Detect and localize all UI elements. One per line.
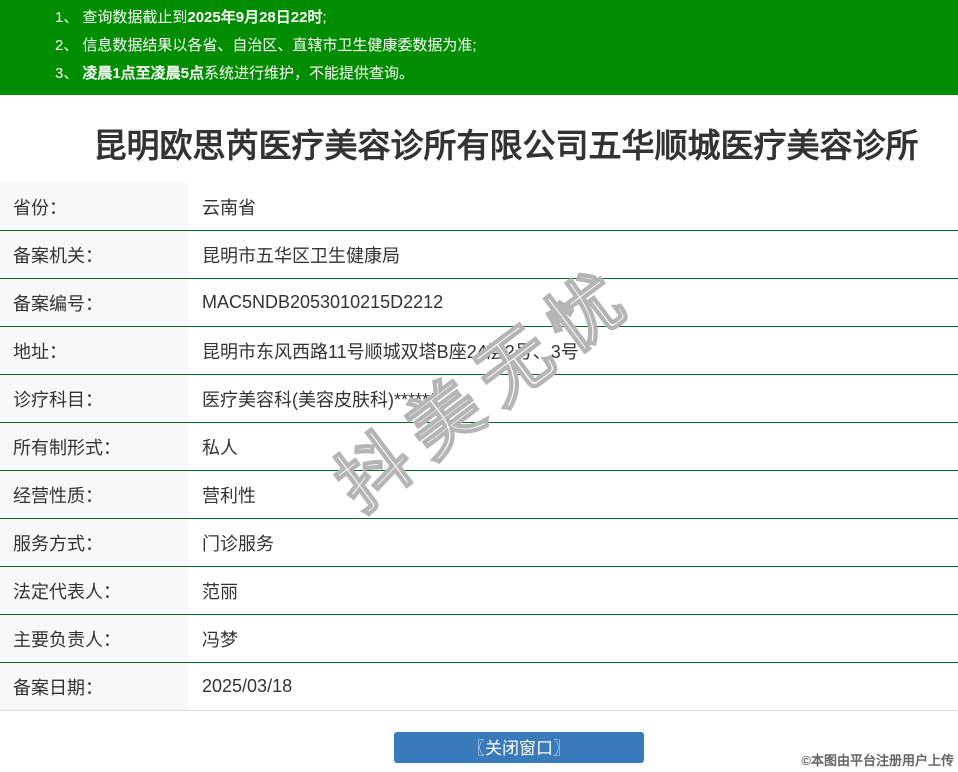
table-row-8: 服务方式： 门诊服务 [0, 519, 958, 567]
close-window-button[interactable]: 〖关闭窗口〗 [394, 732, 644, 763]
row-value: 营利性 [202, 485, 256, 506]
row-value: 昆明市五华区卫生健康局 [202, 245, 400, 266]
row-label: 备案机关： [0, 231, 188, 278]
notice-item-1: 1、 查询数据截止到2025年9月28日22时; [0, 4, 958, 32]
table-row-6: 所有制形式： 私人 [0, 423, 958, 471]
row-value: 私人 [202, 437, 238, 458]
notice-list: 1、 查询数据截止到2025年9月28日22时; 2、 信息数据结果以各省、自治区、直… [0, 4, 958, 88]
table-row-7: 经营性质： 营利性 [0, 471, 958, 519]
row-value: 2025/03/18 [202, 676, 293, 696]
table-row-5: 诊疗科目： 医疗美容科(美容皮肤科)****** [0, 375, 958, 423]
page-title: 昆明欧思芮医疗美容诊所有限公司五华顺城医疗美容诊所 [93, 127, 919, 164]
notice-bold-text: 凌晨1点至凌晨5点 [82, 65, 205, 82]
table-row-9: 法定代表人： 范丽 [0, 567, 958, 615]
table-row-11: 备案日期： 2025/03/18 [0, 663, 958, 711]
notice-number: 1、 [55, 9, 79, 26]
row-label: 所有制形式： [0, 423, 188, 470]
row-value: 门诊服务 [202, 533, 274, 554]
info-table: 省份： 云南省 备案机关： 昆明市五华区卫生健康局 备案编号： MAC5NDB205301… [0, 183, 958, 711]
row-label: 经营性质： [0, 471, 188, 518]
row-value: MAC5NDB2053010215D2212 [202, 292, 444, 312]
row-label: 备案编号： [0, 279, 188, 326]
notice-number: 3、 [55, 65, 79, 82]
corner-watermark: ©本图由平台注册用户上传 [801, 753, 954, 768]
row-label: 备案日期： [0, 663, 188, 710]
row-label: 诊疗科目： [0, 375, 188, 422]
table-row-10: 主要负责人： 冯梦 [0, 615, 958, 663]
notice-item-3: 3、 凌晨1点至凌晨5点系统进行维护，不能提供查询。 [0, 60, 958, 88]
row-label: 服务方式： [0, 519, 188, 566]
row-label: 法定代表人： [0, 567, 188, 614]
notice-number: 2、 [55, 37, 79, 54]
table-row-1: 省份： 云南省 [0, 183, 958, 231]
notice-text: 系统进行维护，不能提供查询。 [204, 65, 415, 82]
notice-bold-text: 2025年9月28日22时 [187, 9, 323, 26]
notice-text: ; [322, 9, 327, 26]
notice-banner: 1、 查询数据截止到2025年9月28日22时; 2、 信息数据结果以各省、自治区、直… [0, 0, 958, 95]
row-label: 省份： [0, 183, 188, 230]
table-row-4: 地址： 昆明市东风西路11号顺城双塔B座24层2号、3号 [0, 327, 958, 375]
notice-text: 信息数据结果以各省、自治区、直辖市卫生健康委数据为准; [82, 37, 477, 54]
row-label: 主要负责人： [0, 615, 188, 662]
row-label: 地址： [0, 327, 188, 374]
notice-text: 查询数据截止到 [82, 9, 188, 26]
row-value: 冯梦 [202, 629, 238, 650]
table-row-3: 备案编号： MAC5NDB2053010215D2212 [0, 279, 958, 327]
notice-item-2: 2、 信息数据结果以各省、自治区、直辖市卫生健康委数据为准; [0, 32, 958, 60]
row-value: 医疗美容科(美容皮肤科)****** [202, 389, 437, 410]
row-value: 范丽 [202, 581, 238, 602]
table-row-2: 备案机关： 昆明市五华区卫生健康局 [0, 231, 958, 279]
row-value: 云南省 [202, 197, 256, 218]
row-value: 昆明市东风西路11号顺城双塔B座24层2号、3号 [202, 341, 579, 362]
